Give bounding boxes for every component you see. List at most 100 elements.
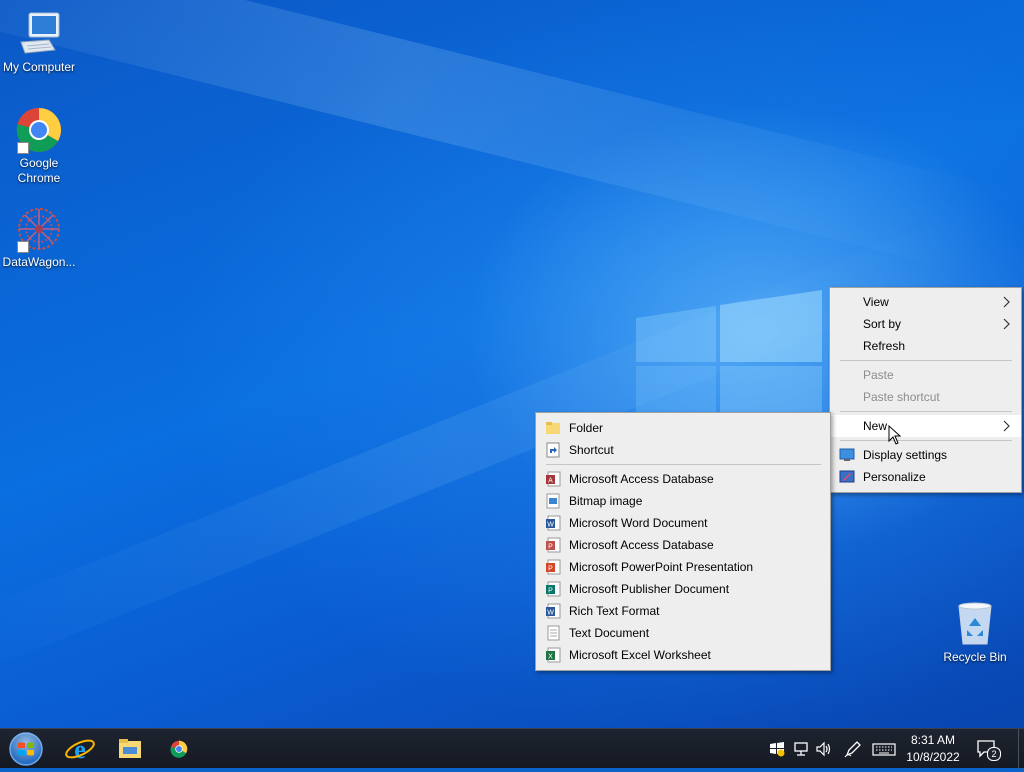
personalize-icon	[839, 470, 855, 483]
volume-icon[interactable]	[815, 740, 833, 758]
desktop-icon-label: DataWagon...	[2, 255, 76, 269]
access-icon: A	[546, 471, 561, 487]
light-beam	[0, 0, 994, 274]
menu-item-display-settings[interactable]: Display settings	[830, 444, 1021, 466]
svg-text:e: e	[74, 735, 86, 764]
text-document-icon	[547, 625, 560, 641]
file-explorer-icon	[119, 739, 141, 758]
internet-explorer-icon: e	[65, 735, 95, 764]
excel-icon: X	[546, 647, 561, 663]
bitmap-icon	[546, 493, 560, 509]
menu-item-new-powerpoint[interactable]: P Microsoft PowerPoint Presentation	[536, 556, 830, 578]
menu-item-label: Microsoft PowerPoint Presentation	[569, 560, 754, 574]
svg-text:W: W	[547, 610, 554, 617]
menu-item-label: Personalize	[863, 470, 926, 484]
windows-security-icon[interactable]	[768, 740, 786, 758]
menu-item-new-shortcut[interactable]: Shortcut	[536, 439, 830, 461]
menu-item-label: Rich Text Format	[569, 604, 660, 618]
desktop-icon-label: Recycle Bin	[943, 650, 1007, 664]
display-settings-icon	[839, 448, 855, 461]
datawagon-icon	[15, 205, 63, 253]
chrome-icon	[170, 740, 188, 758]
menu-item-label: Refresh	[863, 339, 906, 353]
desktop-icon-label: My Computer	[2, 60, 76, 74]
menu-item-label: Microsoft Word Document	[569, 516, 708, 530]
shortcut-icon	[546, 442, 560, 458]
desktop-icon-label: Google Chrome	[17, 156, 61, 185]
folder-icon	[546, 422, 560, 434]
access-icon: P	[546, 537, 561, 553]
action-center-button[interactable]: 2	[976, 738, 1001, 761]
desktop-icon-datawagon[interactable]: DataWagon...	[0, 205, 78, 270]
taskbar-chrome[interactable]	[161, 731, 197, 767]
menu-item-label: View	[863, 295, 889, 309]
svg-text:P: P	[548, 566, 553, 573]
menu-item-refresh[interactable]: Refresh	[830, 335, 1021, 357]
svg-text:X: X	[548, 654, 553, 661]
notification-count-badge: 2	[987, 747, 1001, 761]
menu-item-new-excel-worksheet[interactable]: X Microsoft Excel Worksheet	[536, 644, 830, 666]
new-submenu: Folder Shortcut A Microsoft Access Datab…	[535, 412, 831, 671]
menu-item-label: Microsoft Excel Worksheet	[569, 648, 711, 662]
menu-item-label: Text Document	[569, 626, 650, 640]
pen-icon[interactable]	[844, 740, 862, 758]
menu-item-personalize[interactable]: Personalize	[830, 466, 1021, 488]
shortcut-arrow-icon	[17, 142, 29, 154]
menu-item-new-folder[interactable]: Folder	[536, 417, 830, 439]
menu-separator	[840, 360, 1012, 361]
menu-item-new-text-document[interactable]: Text Document	[536, 622, 830, 644]
keyboard-icon[interactable]	[872, 740, 896, 758]
publisher-icon: P	[546, 581, 561, 597]
desktop-icon-google-chrome[interactable]: Google Chrome	[0, 106, 78, 186]
taskbar-file-explorer[interactable]	[112, 731, 148, 767]
taskbar-clock[interactable]: 8:31 AM 10/8/2022	[898, 732, 968, 766]
menu-item-view[interactable]: View	[830, 291, 1021, 313]
taskbar: e 8:31 AM 10/8/2022 2	[0, 728, 1024, 769]
svg-text:P: P	[548, 544, 553, 551]
menu-separator	[840, 440, 1012, 441]
menu-item-new[interactable]: New	[830, 415, 1021, 437]
menu-item-new-access-database-2[interactable]: P Microsoft Access Database	[536, 534, 830, 556]
rtf-icon: W	[546, 603, 561, 619]
menu-item-label: Microsoft Publisher Document	[569, 582, 730, 596]
taskbar-internet-explorer[interactable]: e	[62, 731, 98, 767]
menu-item-new-access-database[interactable]: A Microsoft Access Database	[536, 468, 830, 490]
menu-item-label: Sort by	[863, 317, 902, 331]
clock-time: 8:31 AM	[910, 733, 956, 747]
svg-text:W: W	[547, 522, 554, 529]
svg-text:A: A	[548, 478, 553, 485]
clock-date: 10/8/2022	[906, 750, 960, 764]
menu-item-label: New	[863, 419, 888, 433]
chevron-right-icon	[1003, 420, 1010, 432]
menu-item-paste[interactable]: Paste	[830, 364, 1021, 386]
svg-text:P: P	[548, 588, 553, 595]
mouse-cursor-icon	[888, 425, 902, 445]
recycle-bin-icon	[951, 600, 999, 648]
menu-item-label: Bitmap image	[569, 494, 643, 508]
menu-item-label: Microsoft Access Database	[569, 472, 714, 486]
menu-item-label: Display settings	[863, 448, 948, 462]
computer-icon	[15, 10, 63, 58]
network-icon[interactable]	[792, 740, 810, 758]
start-orb-icon	[9, 732, 43, 766]
desktop-icon-my-computer[interactable]: My Computer	[0, 10, 78, 75]
start-button[interactable]	[8, 731, 44, 767]
menu-item-paste-shortcut[interactable]: Paste shortcut	[830, 386, 1021, 408]
chevron-right-icon	[1003, 318, 1010, 330]
menu-item-new-rich-text[interactable]: W Rich Text Format	[536, 600, 830, 622]
desktop-icon-recycle-bin[interactable]: Recycle Bin	[936, 600, 1014, 665]
menu-item-sort-by[interactable]: Sort by	[830, 313, 1021, 335]
show-desktop-button[interactable]	[1018, 729, 1024, 769]
word-icon: W	[546, 515, 561, 531]
menu-item-new-word-document[interactable]: W Microsoft Word Document	[536, 512, 830, 534]
chevron-right-icon	[1003, 296, 1010, 308]
menu-item-label: Paste	[863, 368, 894, 382]
menu-item-new-publisher[interactable]: P Microsoft Publisher Document	[536, 578, 830, 600]
desktop-context-menu: View Sort by Refresh Paste Paste shortcu…	[829, 287, 1022, 493]
menu-separator	[546, 464, 821, 465]
windows-logo-wallpaper	[636, 290, 822, 430]
menu-item-label: Paste shortcut	[863, 390, 940, 404]
menu-item-label: Microsoft Access Database	[569, 538, 714, 552]
menu-item-new-bitmap[interactable]: Bitmap image	[536, 490, 830, 512]
desktop[interactable]: My Computer Google Chrome DataWagon... R…	[0, 0, 1024, 728]
